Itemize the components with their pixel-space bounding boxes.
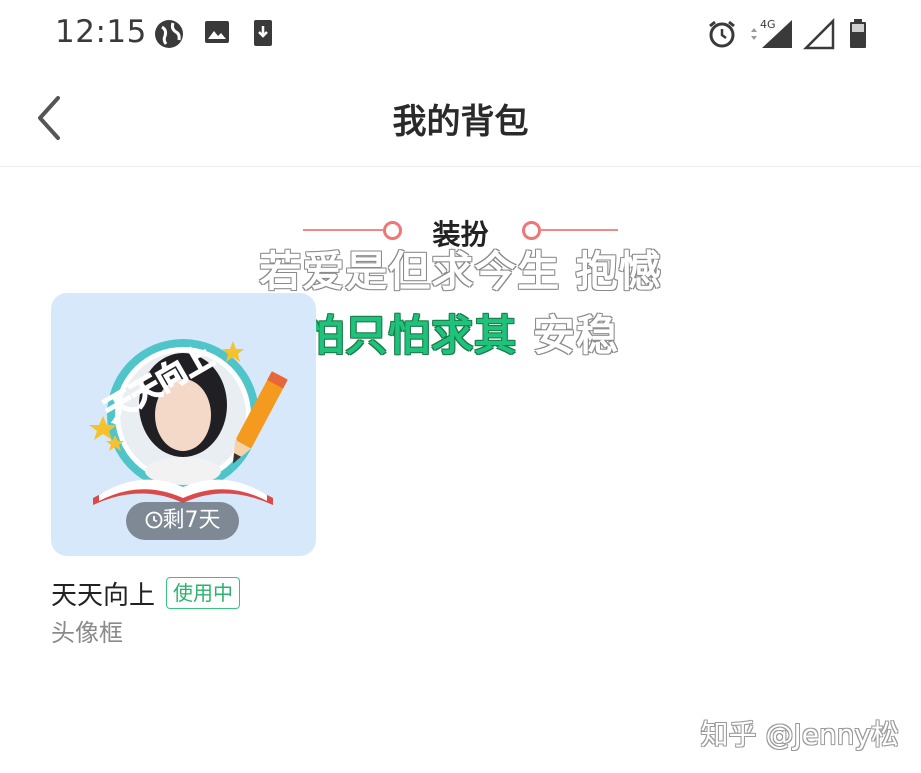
- lyric-line-2-rest: 安稳: [532, 311, 619, 360]
- item-name: 天天向上: [51, 581, 156, 611]
- remaining-time-badge: 剩7天: [126, 502, 239, 540]
- section-divider-right: [541, 229, 618, 231]
- signal-4g-icon: 4G: [751, 18, 792, 48]
- network-label: 4G: [760, 18, 776, 31]
- item-type: 头像框: [51, 619, 123, 647]
- app-header: 我的背包: [0, 70, 921, 167]
- status-bar: 12:15 4G: [0, 0, 921, 70]
- globe-icon: [155, 20, 183, 48]
- image-icon: [205, 21, 229, 43]
- lyric-line-1: 若爱是但求今生 抱憾: [259, 247, 662, 296]
- alarm-icon: [709, 20, 735, 48]
- remaining-time-text: 剩7天: [162, 508, 221, 533]
- status-time: 12:15: [55, 14, 147, 50]
- signal-icon: [803, 18, 835, 50]
- watermark: 知乎 @Jenny松: [700, 718, 899, 751]
- download-icon: [254, 20, 272, 46]
- in-use-badge: 使用中: [166, 577, 240, 609]
- battery-icon: [850, 19, 866, 48]
- clock-icon: [145, 511, 162, 529]
- lyric-line-2-highlight: 怕只怕求其: [302, 311, 518, 360]
- page-title: 我的背包: [392, 102, 529, 142]
